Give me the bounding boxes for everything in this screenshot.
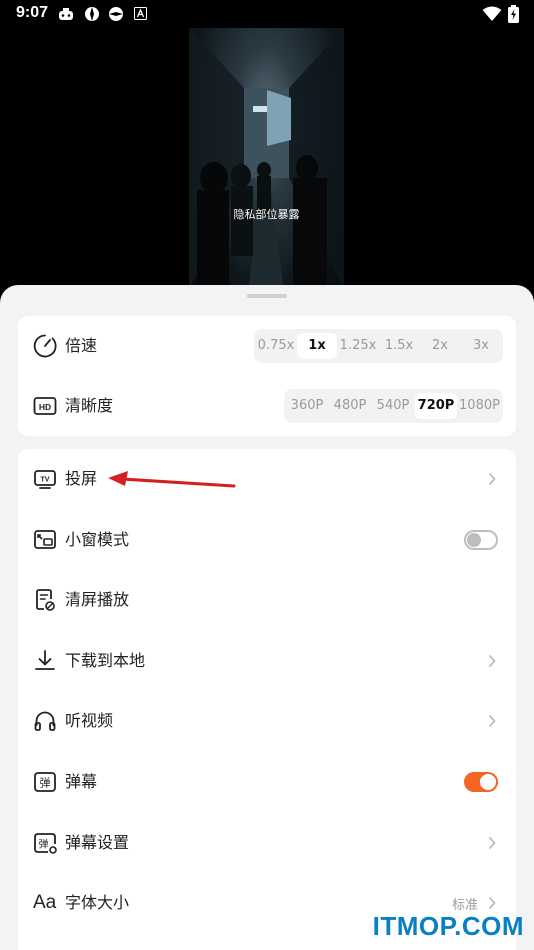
chevron-right-icon (488, 654, 496, 668)
danmaku-toggle[interactable] (464, 772, 498, 792)
speed-option[interactable]: 1.25x (338, 333, 378, 359)
wifi-icon (482, 6, 502, 21)
options-menu-card: TV 投屏 小窗模式 清屏播放 下载到本地 听视频 弹 弹幕 弹 弹幕设置 Aa… (18, 449, 516, 950)
menu-item-download[interactable]: 下载到本地 (18, 631, 516, 691)
annotation-arrow-icon (108, 471, 236, 488)
speed-option[interactable]: 0.75x (256, 333, 296, 359)
chevron-right-icon (488, 836, 496, 850)
menu-item-label: 下载到本地 (65, 651, 146, 670)
speed-label: 倍速 (65, 336, 98, 355)
picture-in-picture-icon (34, 530, 56, 549)
speed-option[interactable]: 2x (420, 333, 460, 359)
speedometer-icon (33, 334, 57, 358)
sheet-drag-handle[interactable] (247, 294, 287, 298)
video-subtitle: 隐私部位暴露 (233, 208, 300, 221)
status-time: 9:07 (16, 4, 49, 21)
menu-item-clear-screen[interactable]: 清屏播放 (18, 570, 516, 630)
svg-text:弹: 弹 (39, 838, 49, 851)
chevron-right-icon (488, 896, 496, 910)
quality-option[interactable]: 480P (329, 393, 371, 419)
menu-item-label: 小窗模式 (65, 530, 130, 549)
download-icon (35, 650, 55, 670)
hd-icon: HD (33, 397, 57, 415)
speed-option[interactable]: 3x (461, 333, 501, 359)
menu-item-cast[interactable]: TV 投屏 (18, 449, 516, 509)
menu-item-label: 听视频 (65, 711, 114, 730)
video-player[interactable]: 隐私部位暴露 (189, 28, 344, 290)
aperture-icon (85, 7, 99, 21)
pip-toggle[interactable] (464, 530, 498, 550)
svg-text:弹: 弹 (40, 776, 51, 790)
svg-text:TV: TV (41, 477, 50, 484)
menu-item-label: 字体大小 (65, 893, 130, 912)
menu-item-label: 弹幕 (65, 772, 98, 791)
danmaku-icon: 弹 (34, 772, 56, 792)
quality-option[interactable]: 360P (286, 393, 328, 419)
watermark-logo: ITMOP.COM (372, 911, 524, 941)
headphones-icon (34, 711, 56, 731)
speed-selector: 0.75x 1x 1.25x 1.5x 2x 3x (254, 329, 503, 363)
chevron-right-icon (488, 472, 496, 486)
speed-option[interactable]: 1.5x (379, 333, 419, 359)
game-controller-icon (59, 8, 73, 20)
playback-settings-card: 倍速 0.75x 1x 1.25x 1.5x 2x 3x HD 清晰度 360P… (18, 316, 516, 436)
video-frame-image (189, 28, 344, 290)
toggle-knob (480, 774, 496, 790)
quality-selector: 360P 480P 540P 720P 1080P (284, 389, 503, 423)
quality-option-selected[interactable]: 720P (415, 393, 457, 419)
settings-bottom-sheet: 倍速 0.75x 1x 1.25x 1.5x 2x 3x HD 清晰度 360P… (0, 285, 534, 950)
quality-row: HD 清晰度 360P 480P 540P 720P 1080P (18, 376, 516, 436)
menu-item-danmaku: 弹 弹幕 (18, 752, 516, 812)
menu-item-pip: 小窗模式 (18, 510, 516, 570)
speed-option-selected[interactable]: 1x (297, 333, 337, 359)
tv-cast-icon: TV (34, 470, 56, 489)
quality-label: 清晰度 (65, 396, 114, 415)
menu-item-label: 投屏 (65, 469, 98, 488)
status-bar: 9:07 (0, 0, 534, 28)
quality-option[interactable]: 540P (372, 393, 414, 419)
menu-item-label: 清屏播放 (65, 590, 130, 609)
menu-item-audio-only[interactable]: 听视频 (18, 691, 516, 751)
quality-option[interactable]: 1080P (458, 393, 501, 419)
aperture-icon (109, 7, 123, 21)
menu-item-danmaku-settings[interactable]: 弹 弹幕设置 (18, 813, 516, 873)
danmaku-settings-icon: 弹 (34, 833, 57, 854)
chevron-right-icon (488, 714, 496, 728)
svg-text:HD: HD (39, 402, 51, 412)
menu-item-label: 弹幕设置 (65, 833, 130, 852)
font-size-icon: Aa (33, 892, 57, 913)
toggle-knob (467, 533, 481, 547)
speed-row: 倍速 0.75x 1x 1.25x 1.5x 2x 3x (18, 316, 516, 376)
battery-charging-icon (508, 5, 519, 23)
clear-screen-icon (36, 589, 55, 611)
text-a-icon (134, 7, 147, 20)
